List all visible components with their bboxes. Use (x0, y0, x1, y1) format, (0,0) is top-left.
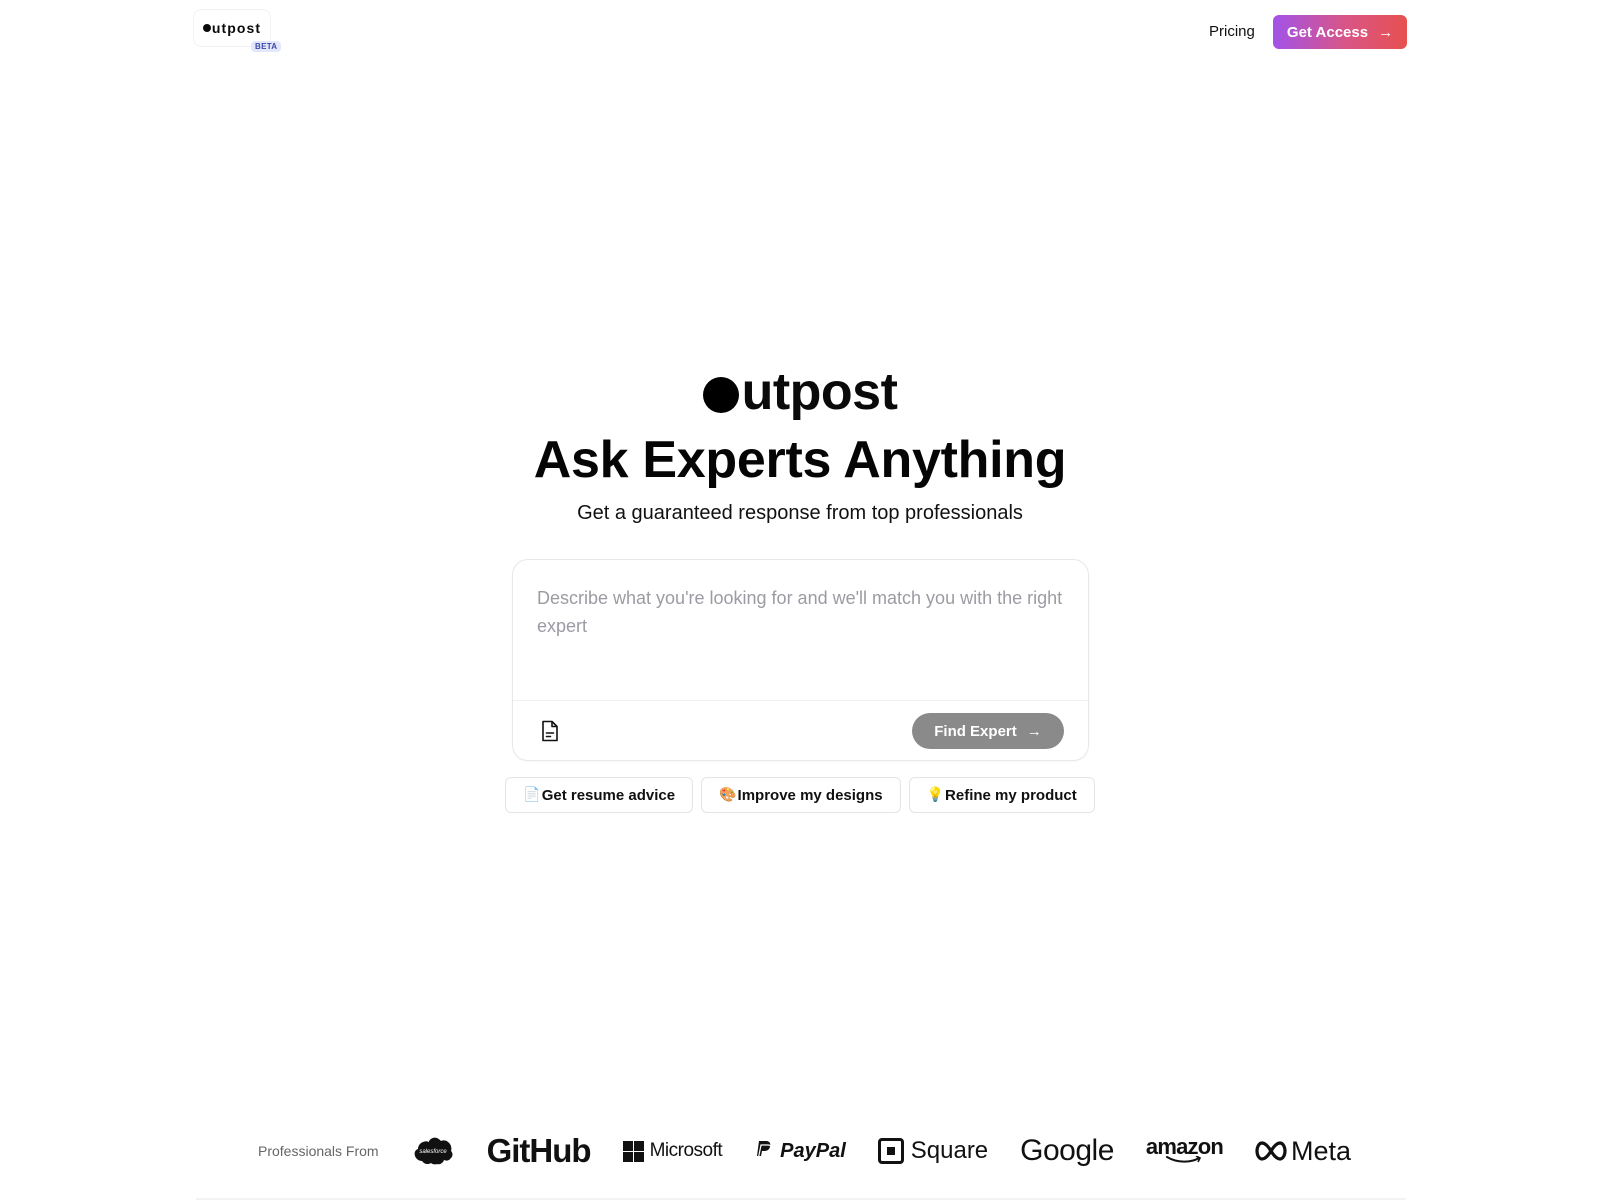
find-expert-button[interactable]: Find Expert → (912, 713, 1064, 749)
amazon-smile-icon (1166, 1156, 1202, 1163)
suggestion-chip-resume[interactable]: 📄 Get resume advice (505, 777, 694, 813)
paypal-p-icon (757, 1141, 773, 1161)
find-expert-label: Find Expert (934, 722, 1017, 740)
paypal-logo: PayPal (754, 1140, 846, 1163)
square-box-icon (877, 1138, 904, 1164)
lightbulb-icon: 💡 (926, 787, 945, 803)
microsoft-grid-icon (622, 1140, 644, 1162)
professionals-from-label: Professionals From (258, 1143, 379, 1159)
microsoft-logo: Microsoft (622, 1140, 723, 1162)
company-logos: Professionals From salesforce GitHub Mic… (258, 1132, 1351, 1169)
beta-badge: BETA (251, 41, 282, 52)
amazon-logo: amazon (1145, 1134, 1224, 1164)
salesforce-logo: salesforce (411, 1136, 455, 1166)
chip-label: Improve my designs (737, 786, 883, 804)
microsoft-logo-text: Microsoft (649, 1140, 723, 1161)
query-composer: Find Expert → (512, 559, 1089, 761)
hero-logo-text: utpost (741, 363, 898, 421)
logo-text: utpost (211, 20, 262, 36)
composer-divider (513, 700, 1088, 701)
logo-dot-icon (202, 24, 211, 32)
palette-icon: 🎨 (719, 787, 737, 803)
document-icon[interactable] (539, 719, 561, 743)
nav-pricing-link[interactable]: Pricing (1209, 23, 1255, 40)
arrow-right-icon: → (1026, 722, 1042, 740)
page-icon: 📄 (523, 787, 541, 803)
meta-infinity-icon (1255, 1141, 1287, 1161)
query-input[interactable] (537, 584, 1067, 684)
get-access-label: Get Access (1286, 23, 1369, 41)
meta-logo: Meta (1255, 1136, 1351, 1167)
hero-subtitle: Get a guaranteed response from top profe… (577, 502, 1023, 524)
arrow-right-icon: → (1378, 23, 1394, 41)
meta-logo-text: Meta (1291, 1135, 1352, 1166)
hero-logo-dot-icon (702, 377, 739, 413)
chip-label: Refine my product (945, 786, 1077, 804)
get-access-button[interactable]: Get Access → (1273, 15, 1407, 49)
hero-title: Ask Experts Anything (533, 431, 1067, 489)
suggestion-chips: 📄 Get resume advice 🎨 Improve my designs… (0, 777, 1600, 813)
suggestion-chip-designs[interactable]: 🎨 Improve my designs (701, 777, 901, 813)
suggestion-chip-product[interactable]: 💡 Refine my product (908, 777, 1095, 813)
square-logo-text: Square (910, 1137, 989, 1164)
hero-logo: utpost (0, 362, 1600, 422)
google-logo: Google (1020, 1134, 1114, 1167)
logo-wordmark: utpost (202, 20, 262, 36)
salesforce-logo-text: salesforce (419, 1149, 447, 1155)
square-logo: Square (877, 1137, 989, 1165)
paypal-logo-text: PayPal (780, 1139, 846, 1162)
chip-label: Get resume advice (541, 786, 676, 804)
github-logo: GitHub (486, 1132, 592, 1169)
amazon-logo-text: amazon (1145, 1134, 1224, 1159)
